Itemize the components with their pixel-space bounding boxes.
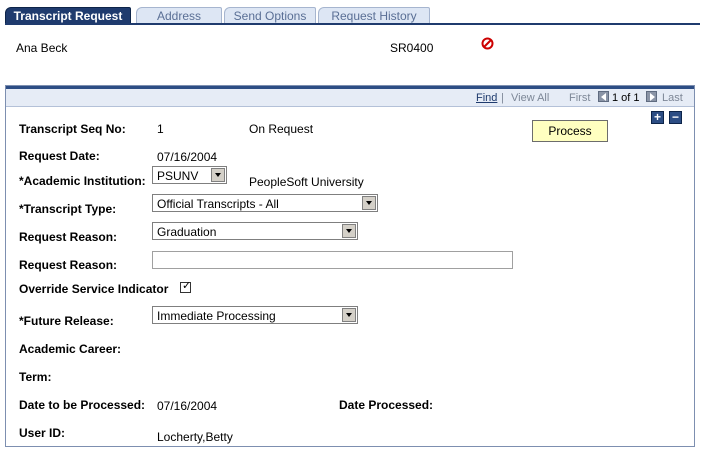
tab-transcript-request[interactable]: Transcript Request (5, 7, 131, 24)
term-label: Term: (19, 370, 52, 384)
seq-label: Transcript Seq No: (19, 122, 126, 136)
chevron-down-icon[interactable] (211, 168, 225, 182)
chevron-down-icon[interactable] (342, 308, 356, 322)
transcript-type-select[interactable]: Official Transcripts - All (152, 194, 378, 212)
request-date-value: 07/16/2004 (157, 150, 218, 164)
transcript-type-label: *Transcript Type: (19, 202, 117, 216)
reason-select[interactable]: Graduation (152, 222, 358, 240)
date-to-process-label: Date to be Processed: (19, 398, 146, 412)
reason-text-label: Request Reason: (19, 258, 118, 272)
service-indicator-stop-icon[interactable] (481, 37, 494, 50)
reason-text-input[interactable] (152, 251, 513, 269)
tab-label: Request History (331, 9, 417, 23)
institution-select[interactable]: PSUNV (152, 166, 227, 184)
future-release-value: Immediate Processing (157, 309, 276, 323)
scroll-navigation-bar: Find | View All First 1 of 1 Last (6, 89, 694, 107)
tab-send-options[interactable]: Send Options (224, 7, 316, 24)
delete-row-icon[interactable]: − (669, 111, 682, 124)
institution-label: *Academic Institution: (19, 174, 146, 188)
institution-description: PeopleSoft University (249, 175, 364, 189)
nav-separator: | (501, 92, 504, 104)
chevron-down-icon[interactable] (342, 224, 356, 238)
date-processed-label: Date Processed: (339, 398, 434, 412)
previous-row-icon[interactable] (598, 91, 609, 102)
request-date-label: Request Date: (19, 149, 100, 163)
future-release-select[interactable]: Immediate Processing (152, 306, 358, 324)
user-id-label: User ID: (19, 426, 66, 440)
find-link[interactable]: Find (476, 92, 497, 104)
override-checkbox[interactable]: ✓ (180, 280, 192, 293)
date-to-process-value: 07/16/2004 (157, 399, 218, 413)
view-all-link[interactable]: View All (511, 92, 549, 104)
reason-value: Graduation (157, 225, 217, 239)
checkmark-icon: ✓ (182, 280, 192, 292)
override-label: Override Service Indicator (19, 282, 169, 296)
tab-address[interactable]: Address (136, 7, 222, 24)
career-label: Academic Career: (19, 342, 122, 356)
tab-label: Address (156, 9, 202, 23)
seq-value: 1 (157, 122, 164, 136)
student-name: Ana Beck (16, 41, 68, 55)
student-id: SR0400 (390, 41, 434, 55)
reason-label: Request Reason: (19, 230, 118, 244)
tab-divider (5, 23, 700, 25)
tab-request-history[interactable]: Request History (318, 7, 430, 24)
institution-value: PSUNV (157, 169, 199, 183)
transcript-type-value: Official Transcripts - All (157, 197, 279, 211)
future-release-label: *Future Release: (19, 314, 114, 328)
add-row-icon[interactable]: + (651, 111, 664, 124)
process-button[interactable]: Process (532, 120, 608, 142)
user-id-value: Locherty,Betty (157, 430, 233, 444)
tab-label: Send Options (233, 9, 307, 23)
first-link[interactable]: First (569, 92, 590, 104)
chevron-down-icon[interactable] (362, 196, 376, 210)
row-count: 1 of 1 (612, 92, 640, 104)
last-link[interactable]: Last (662, 92, 683, 104)
tab-label: Transcript Request (13, 9, 123, 23)
next-row-icon[interactable] (646, 91, 657, 102)
request-status: On Request (249, 122, 314, 136)
